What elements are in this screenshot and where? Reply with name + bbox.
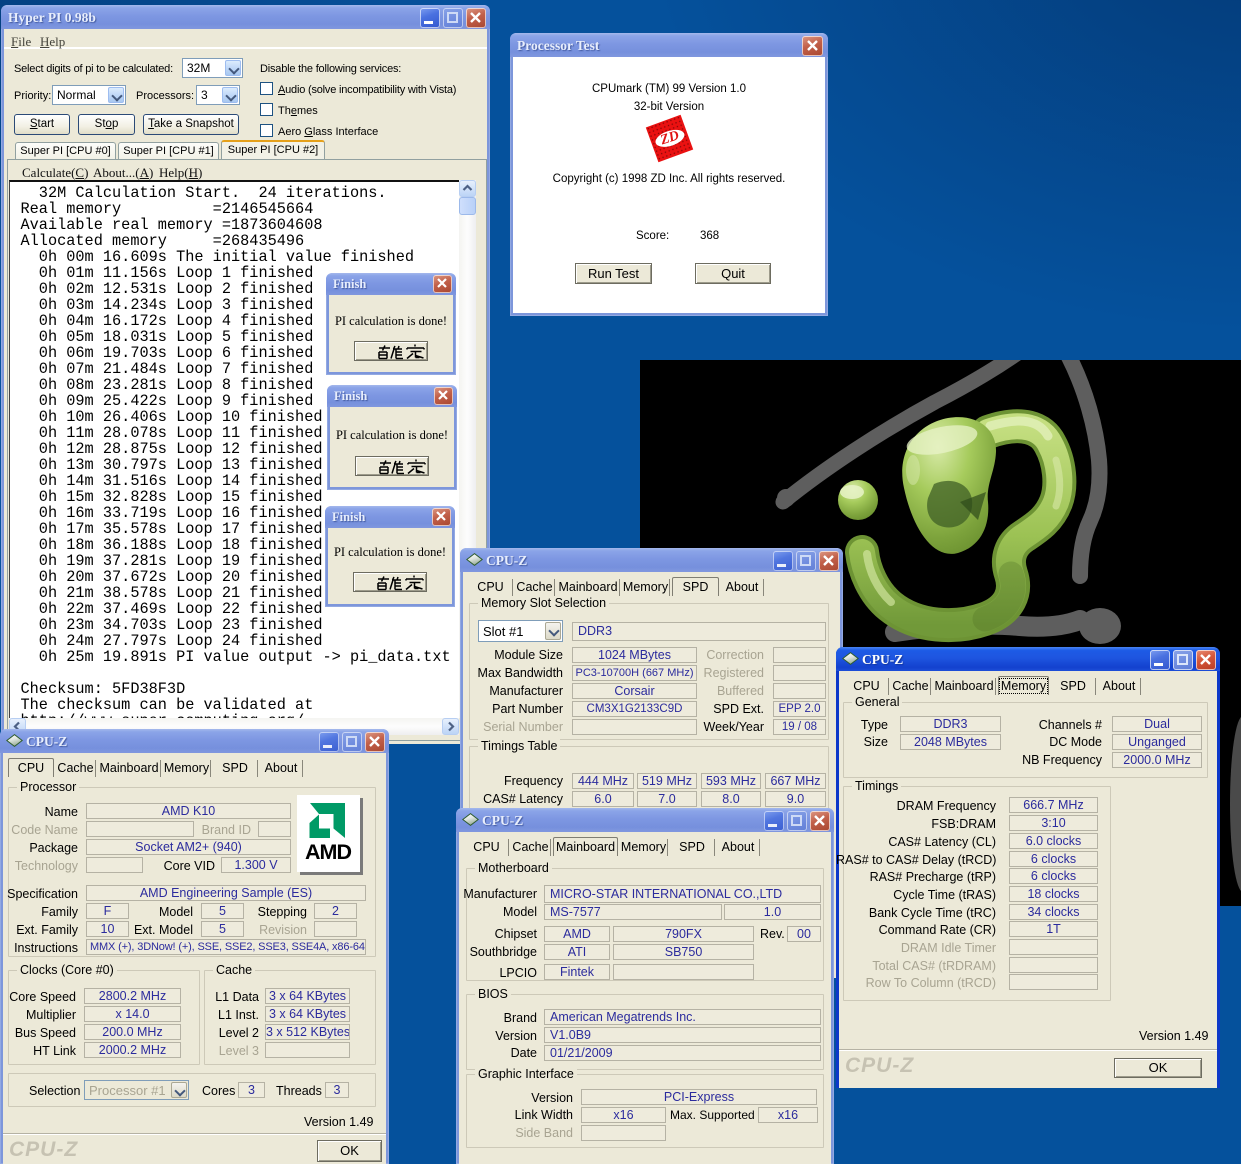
- svg-text:AMD: AMD: [305, 840, 351, 864]
